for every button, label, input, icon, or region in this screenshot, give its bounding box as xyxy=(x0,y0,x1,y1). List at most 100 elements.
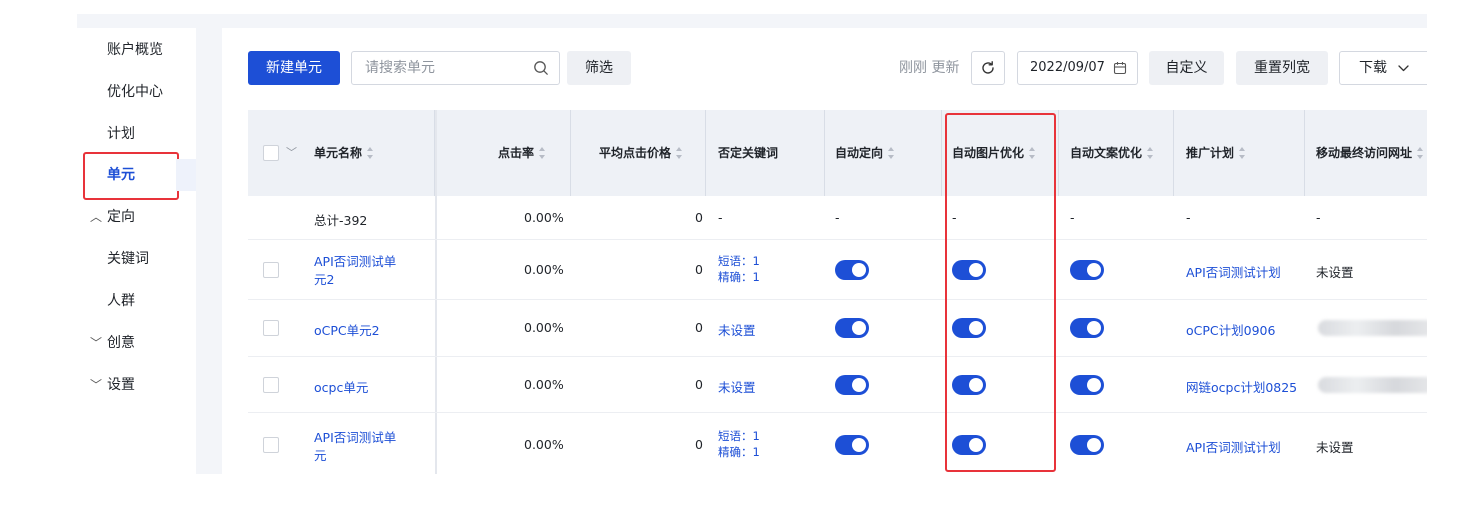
sort-icon[interactable] xyxy=(888,146,895,159)
negative-keywords-link[interactable]: 精确：1 xyxy=(718,269,760,285)
negative-keywords-link[interactable]: 短语：1 xyxy=(718,253,760,269)
column-header-avg-cpc[interactable]: 平均点击价格 xyxy=(599,110,683,196)
column-header-mobile-final-url[interactable]: 移动最终访问网址 xyxy=(1316,110,1424,196)
redacted-url xyxy=(1318,377,1427,393)
campaign-link[interactable]: API否词测试计划 xyxy=(1186,262,1281,281)
calendar-icon xyxy=(1113,62,1127,75)
column-header-unit-name[interactable]: 单元名称 xyxy=(314,110,374,196)
sidebar-item-label: 单元 xyxy=(107,167,135,183)
negative-keywords-link[interactable]: 精确：1 xyxy=(718,444,760,460)
last-updated-text: 刚刚 更新 xyxy=(899,60,960,76)
sort-icon[interactable] xyxy=(676,146,683,159)
column-header-campaign[interactable]: 推广计划 xyxy=(1186,110,1246,196)
sidebar-item-account-overview[interactable]: 账户概览 xyxy=(77,30,196,70)
campaign-link[interactable]: API否词测试计划 xyxy=(1186,437,1281,456)
ctr-value: 0.00% xyxy=(524,377,564,392)
column-header-negative-keywords[interactable]: 否定关键词 xyxy=(718,110,778,196)
auto-targeting-toggle[interactable] xyxy=(835,260,869,280)
total-auto-image: - xyxy=(952,210,957,225)
unit-name-link[interactable]: API否词测试单 xyxy=(314,251,396,270)
sort-icon[interactable] xyxy=(539,146,546,159)
sort-icon[interactable] xyxy=(1029,146,1036,159)
table-row: oCPC单元2 0.00% 0 未设置 oCPC计划0906 xyxy=(248,300,1427,357)
row-checkbox[interactable] xyxy=(263,320,279,336)
sort-icon[interactable] xyxy=(1417,146,1424,159)
sort-icon[interactable] xyxy=(367,146,374,159)
negative-keywords-link[interactable]: 短语：1 xyxy=(718,428,760,444)
unit-name-link[interactable]: ocpc单元 xyxy=(314,377,368,396)
filter-button[interactable]: 筛选 xyxy=(567,51,631,85)
negative-keywords-link[interactable]: 未设置 xyxy=(718,377,756,396)
unit-name-link[interactable]: 元 xyxy=(314,445,327,464)
refresh-button[interactable] xyxy=(971,51,1005,85)
date-picker[interactable]: 2022/09/07 xyxy=(1017,51,1138,85)
total-auto-targeting: - xyxy=(835,210,840,225)
search-input[interactable]: 请搜索单元 xyxy=(351,51,560,85)
column-divider xyxy=(824,110,825,196)
download-label: 下载 xyxy=(1359,60,1387,76)
auto-copy-optimization-toggle[interactable] xyxy=(1070,260,1104,280)
column-divider xyxy=(1173,110,1174,196)
row-checkbox[interactable] xyxy=(263,437,279,453)
unit-name-link[interactable]: 元2 xyxy=(314,269,334,288)
sidebar-item-audience[interactable]: 人群 xyxy=(77,281,196,321)
new-unit-button[interactable]: 新建单元 xyxy=(248,51,340,85)
auto-targeting-toggle[interactable] xyxy=(835,318,869,338)
sidebar-item-keywords[interactable]: 关键词 xyxy=(77,239,196,279)
sort-icon[interactable] xyxy=(1239,146,1246,159)
cpc-value: 0 xyxy=(695,262,703,277)
total-url: - xyxy=(1316,210,1321,225)
table-header: ﹀ 单元名称 点击率 平均点击价格 否定关键词 自动定向 自动图片优化 自动文案… xyxy=(248,110,1427,196)
sidebar-item-label: 计划 xyxy=(107,126,135,142)
download-dropdown[interactable]: 下载 xyxy=(1339,51,1427,85)
negative-keywords-link[interactable]: 未设置 xyxy=(718,320,756,339)
auto-targeting-toggle[interactable] xyxy=(835,435,869,455)
row-checkbox[interactable] xyxy=(263,377,279,393)
auto-image-optimization-toggle[interactable] xyxy=(952,318,986,338)
auto-copy-optimization-toggle[interactable] xyxy=(1070,375,1104,395)
column-header-ctr[interactable]: 点击率 xyxy=(498,110,546,196)
column-header-auto-image-optimization[interactable]: 自动图片优化 xyxy=(952,110,1036,196)
redacted-url xyxy=(1318,320,1427,336)
chevron-down-icon: ﹀ xyxy=(89,378,102,392)
column-divider xyxy=(1058,110,1059,196)
sidebar-group-creative[interactable]: ﹀ 创意 xyxy=(77,323,196,363)
campaign-link[interactable]: 网链ocpc计划0825 xyxy=(1186,377,1297,396)
sidebar-group-settings[interactable]: ﹀ 设置 xyxy=(77,365,196,405)
main-panel: 新建单元 请搜索单元 筛选 刚刚 更新 2022/09/07 自定义 重置列宽 … xyxy=(222,28,1427,474)
sidebar: 账户概览 优化中心 计划 单元 ︿ 定向 关键词 人群 ﹀ 创意 ﹀ 设置 xyxy=(77,28,196,474)
cpc-value: 0 xyxy=(695,377,703,392)
auto-targeting-toggle[interactable] xyxy=(835,375,869,395)
auto-image-optimization-toggle[interactable] xyxy=(952,260,986,280)
ctr-value: 0.00% xyxy=(524,320,564,335)
search-icon[interactable] xyxy=(533,60,549,76)
sort-icon[interactable] xyxy=(1147,146,1154,159)
column-divider xyxy=(941,110,942,196)
sidebar-group-targeting[interactable]: ︿ 定向 xyxy=(77,197,196,237)
unit-name-link[interactable]: oCPC单元2 xyxy=(314,320,380,339)
auto-copy-optimization-toggle[interactable] xyxy=(1070,435,1104,455)
unit-name-link[interactable]: API否词测试单 xyxy=(314,427,396,446)
auto-image-optimization-toggle[interactable] xyxy=(952,435,986,455)
customize-button[interactable]: 自定义 xyxy=(1149,51,1224,85)
column-header-auto-targeting[interactable]: 自动定向 xyxy=(835,110,895,196)
mobile-url-value: 未设置 xyxy=(1316,440,1354,455)
select-all-checkbox[interactable] xyxy=(263,145,279,161)
column-divider xyxy=(1304,110,1305,196)
column-header-auto-copy-optimization[interactable]: 自动文案优化 xyxy=(1070,110,1154,196)
row-checkbox[interactable] xyxy=(263,262,279,278)
total-negative: - xyxy=(718,210,723,225)
table-row: ocpc单元 0.00% 0 未设置 网链ocpc计划0825 xyxy=(248,357,1427,413)
sidebar-item-label: 账户概览 xyxy=(107,42,163,58)
total-ctr: 0.00% xyxy=(524,210,564,225)
reset-column-width-button[interactable]: 重置列宽 xyxy=(1236,51,1328,85)
sidebar-item-optimization-center[interactable]: 优化中心 xyxy=(77,72,196,112)
sidebar-item-plan[interactable]: 计划 xyxy=(77,114,196,154)
column-divider xyxy=(570,110,571,196)
auto-image-optimization-toggle[interactable] xyxy=(952,375,986,395)
sidebar-item-unit[interactable]: 单元 xyxy=(77,152,196,200)
chevron-down-icon[interactable]: ﹀ xyxy=(286,110,297,196)
auto-copy-optimization-toggle[interactable] xyxy=(1070,318,1104,338)
campaign-link[interactable]: oCPC计划0906 xyxy=(1186,320,1275,339)
column-divider xyxy=(705,110,706,196)
